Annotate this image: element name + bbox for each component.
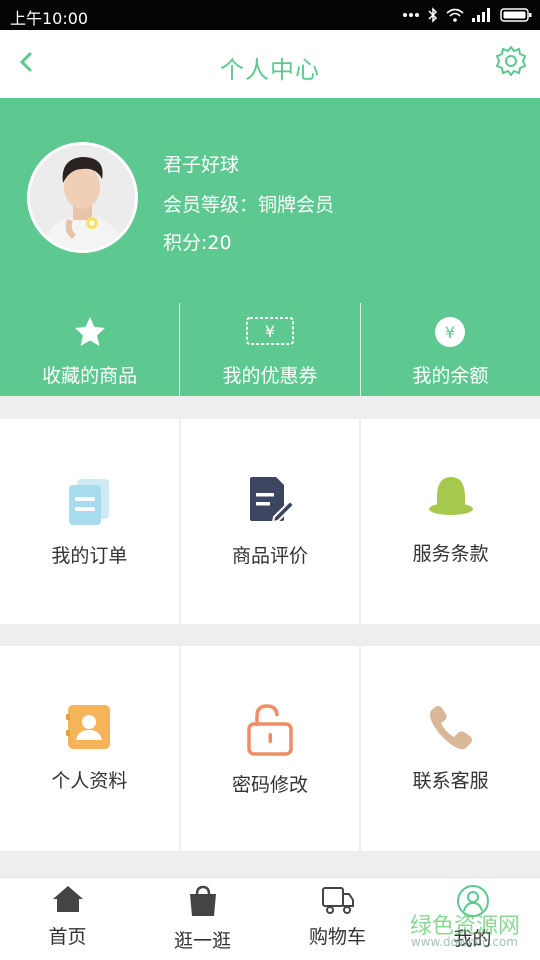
tab-cart[interactable]: 购物车 xyxy=(270,878,405,960)
wifi-icon xyxy=(446,8,464,22)
avatar-photo xyxy=(30,145,135,250)
home-icon xyxy=(52,886,83,912)
more-dots-icon xyxy=(403,13,419,17)
tab-cart-label: 购物车 xyxy=(308,926,366,948)
unlock-icon xyxy=(247,704,293,756)
signal-icon xyxy=(472,8,490,22)
contact-support-label: 联系客服 xyxy=(412,770,489,792)
watermark-url: www.downcc.com xyxy=(410,935,518,949)
star-icon xyxy=(74,317,105,346)
shopping-bag-icon xyxy=(189,885,216,916)
avatar[interactable] xyxy=(27,142,138,253)
my-orders-label: 我的订单 xyxy=(51,545,128,567)
product-review-label: 商品评价 xyxy=(232,545,309,567)
bell-icon xyxy=(428,477,473,515)
contact-support-button[interactable]: 联系客服 xyxy=(361,646,540,851)
quick-actions: 收藏的商品 ¥ 我的优惠券 ¥ 我的余额 xyxy=(0,303,540,396)
coupon-icon: ¥ xyxy=(245,317,294,345)
coupons-label: 我的优惠券 xyxy=(222,365,318,387)
product-review-button[interactable]: 商品评价 xyxy=(180,419,360,624)
coupons-button[interactable]: ¥ 我的优惠券 xyxy=(179,303,359,396)
balance-label: 我的余额 xyxy=(412,365,489,387)
favorites-button[interactable]: 收藏的商品 xyxy=(0,303,179,396)
svg-text:¥: ¥ xyxy=(265,322,275,341)
user-name: 君子好球 xyxy=(163,154,240,176)
page-title: 个人中心 xyxy=(220,56,320,84)
truck-icon xyxy=(321,887,354,914)
my-orders-button[interactable]: 我的订单 xyxy=(0,419,179,624)
balance-button[interactable]: ¥ 我的余额 xyxy=(359,303,540,396)
terms-of-service-label: 服务条款 xyxy=(412,543,489,565)
tab-home-label: 首页 xyxy=(48,926,87,948)
change-password-button[interactable]: 密码修改 xyxy=(180,646,360,851)
svg-text:¥: ¥ xyxy=(445,323,455,342)
profile-info-label: 个人资料 xyxy=(51,770,128,792)
user-points: 积分:20 xyxy=(163,232,232,254)
menu-row-1: 我的订单 商品评价 服务条款 xyxy=(0,419,540,624)
profile-section: 君子好球 会员等级：铜牌会员 积分:20 收藏的商品 ¥ 我的优惠券 ¥ 我的余… xyxy=(0,98,540,396)
contact-card-icon xyxy=(66,705,111,749)
battery-icon xyxy=(500,8,532,22)
status-icons xyxy=(402,6,532,24)
menu-row-2: 个人资料 密码修改 联系客服 xyxy=(0,646,540,851)
member-level: 会员等级：铜牌会员 xyxy=(163,194,335,216)
edit-document-icon xyxy=(250,477,296,524)
change-password-label: 密码修改 xyxy=(232,774,309,796)
status-bar: 上午10:00 xyxy=(0,0,540,30)
profile-info-button[interactable]: 个人资料 xyxy=(0,646,179,851)
orders-icon xyxy=(69,479,110,525)
tab-browse[interactable]: 逛一逛 xyxy=(135,878,270,960)
favorites-label: 收藏的商品 xyxy=(42,365,138,387)
bluetooth-icon xyxy=(428,7,438,23)
settings-gear-icon[interactable] xyxy=(494,44,528,78)
phone-icon xyxy=(429,706,472,750)
yuan-coin-icon: ¥ xyxy=(435,317,466,347)
header: 个人中心 xyxy=(0,30,540,98)
tab-browse-label: 逛一逛 xyxy=(173,930,231,952)
terms-of-service-button[interactable]: 服务条款 xyxy=(361,419,540,624)
status-time: 上午10:00 xyxy=(10,9,89,28)
tab-home[interactable]: 首页 xyxy=(0,878,135,960)
